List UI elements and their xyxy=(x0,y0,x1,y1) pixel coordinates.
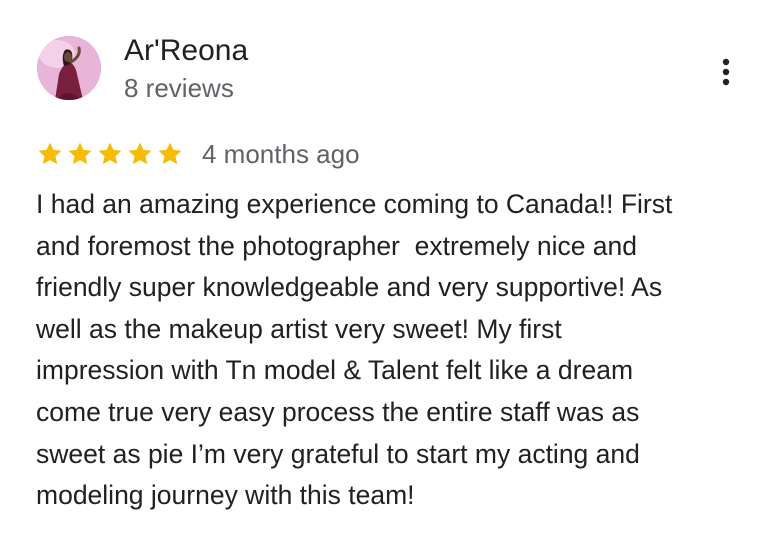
star-icon xyxy=(156,140,184,168)
star-icon xyxy=(36,140,64,168)
review-text-line: I had an amazing experience coming to Ca… xyxy=(36,189,673,219)
star-icon xyxy=(126,140,154,168)
review-text-line: modeling journey with this team! xyxy=(36,480,415,511)
review-text-line: impression with Tn model & Talent felt l… xyxy=(36,355,634,386)
review-text-line: sweet as pie I’m very grateful to start … xyxy=(36,438,640,469)
star-icon xyxy=(66,140,94,168)
review-text: I had an amazing experience coming to Ca… xyxy=(36,184,748,517)
review-text-line: friendly super knowledgeable and very su… xyxy=(36,272,663,303)
review-card: Ar'Reona 8 reviews 4 months ago I had an… xyxy=(0,0,782,550)
review-text-line: come true very easy process the entire s… xyxy=(36,396,640,427)
review-text-line: and foremost the photographer extremely … xyxy=(36,230,638,261)
review-text-line: well as the makeup artist very sweet! My… xyxy=(36,313,562,344)
rating-row: 4 months ago xyxy=(36,134,360,174)
author-review-count: 8 reviews xyxy=(124,73,234,103)
star-icon xyxy=(96,140,124,168)
avatar-photo-icon xyxy=(37,36,101,100)
more-options-button[interactable] xyxy=(708,52,744,92)
author-name[interactable]: Ar'Reona xyxy=(124,34,248,68)
review-timestamp: 4 months ago xyxy=(202,139,360,169)
author-avatar[interactable] xyxy=(37,36,101,100)
star-rating xyxy=(36,140,184,168)
more-vert-icon xyxy=(722,58,730,86)
